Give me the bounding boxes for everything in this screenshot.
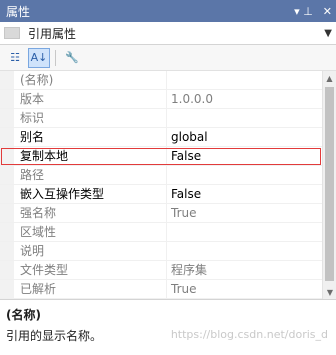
property-name: 强名称	[14, 204, 167, 222]
chevron-down-icon[interactable]: ▼	[324, 28, 332, 39]
property-value[interactable]: 1.0.0.0	[167, 90, 322, 108]
row-gutter	[0, 71, 14, 89]
reference-icon	[4, 27, 20, 39]
property-row[interactable]: 已解析 True	[0, 280, 322, 299]
vertical-scrollbar[interactable]: ▲ ▼	[322, 71, 336, 299]
property-row[interactable]: (名称)	[0, 71, 322, 90]
row-gutter	[0, 242, 14, 260]
property-grid: (名称) 版本 1.0.0.0 标识 别名 global 复制本地 False 路径 嵌入互操作类…	[0, 71, 322, 299]
row-gutter	[0, 147, 14, 165]
property-pages-wrench-icon[interactable]: 🔧	[61, 48, 83, 68]
description-pane: (名称) 引用的显示名称。 https://blog.csdn.net/dori…	[0, 299, 336, 355]
toolbar-separator	[55, 49, 56, 66]
watermark: https://blog.csdn.net/doris_d	[170, 328, 328, 341]
row-gutter	[0, 204, 14, 222]
property-name: 标识	[14, 109, 167, 127]
property-row[interactable]: 说明	[0, 242, 322, 261]
property-value[interactable]: True	[167, 204, 322, 222]
property-row[interactable]: 强名称 True	[0, 204, 322, 223]
property-row[interactable]: 复制本地 False	[0, 147, 322, 166]
property-name: (名称)	[14, 71, 167, 89]
pin-icon[interactable]: ▾ ⊥	[294, 5, 313, 18]
row-gutter	[0, 185, 14, 203]
property-row[interactable]: 版本 1.0.0.0	[0, 90, 322, 109]
property-name: 版本	[14, 90, 167, 108]
row-gutter	[0, 280, 14, 298]
property-name: 路径	[14, 166, 167, 184]
property-row[interactable]: 路径	[0, 166, 322, 185]
property-name: 别名	[14, 128, 167, 146]
properties-toolbar: ☷ A↓ 🔧	[0, 45, 336, 71]
property-value[interactable]: True	[167, 280, 322, 298]
property-value[interactable]	[167, 166, 322, 184]
property-value[interactable]	[167, 71, 322, 89]
property-row[interactable]: 嵌入互操作类型 False	[0, 185, 322, 204]
row-gutter	[0, 166, 14, 184]
property-name: 文件类型	[14, 261, 167, 279]
close-icon[interactable]: ✕	[323, 5, 332, 18]
property-name: 区域性	[14, 223, 167, 241]
alphabetical-sort-button[interactable]: A↓	[28, 47, 50, 68]
property-value[interactable]	[167, 223, 322, 241]
panel-title: 属性	[6, 4, 31, 19]
row-gutter	[0, 90, 14, 108]
description-title: (名称)	[6, 308, 41, 322]
scroll-up-icon[interactable]: ▲	[323, 71, 336, 85]
property-row[interactable]: 标识	[0, 109, 322, 128]
property-value[interactable]: False	[167, 147, 322, 165]
object-selector[interactable]: 引用属性 ▼	[0, 22, 336, 45]
property-name: 嵌入互操作类型	[14, 185, 167, 203]
property-value[interactable]: False	[167, 185, 322, 203]
property-value[interactable]	[167, 242, 322, 260]
row-gutter	[0, 128, 14, 146]
property-value[interactable]: 程序集	[167, 261, 322, 279]
categorized-button[interactable]: ☷	[4, 48, 26, 68]
property-row[interactable]: 区域性	[0, 223, 322, 242]
property-value[interactable]	[167, 109, 322, 127]
property-name: 已解析	[14, 280, 167, 298]
property-name: 说明	[14, 242, 167, 260]
object-selector-label: 引用属性	[28, 26, 77, 41]
property-name: 复制本地	[14, 147, 167, 165]
property-value[interactable]: global	[167, 128, 322, 146]
row-gutter	[0, 261, 14, 279]
scroll-down-icon[interactable]: ▼	[323, 285, 336, 299]
row-gutter	[0, 109, 14, 127]
property-row[interactable]: 别名 global	[0, 128, 322, 147]
properties-title-bar: 属性 ▾ ⊥ ✕	[0, 0, 336, 22]
property-row[interactable]: 文件类型 程序集	[0, 261, 322, 280]
row-gutter	[0, 223, 14, 241]
scroll-thumb[interactable]	[325, 87, 334, 281]
